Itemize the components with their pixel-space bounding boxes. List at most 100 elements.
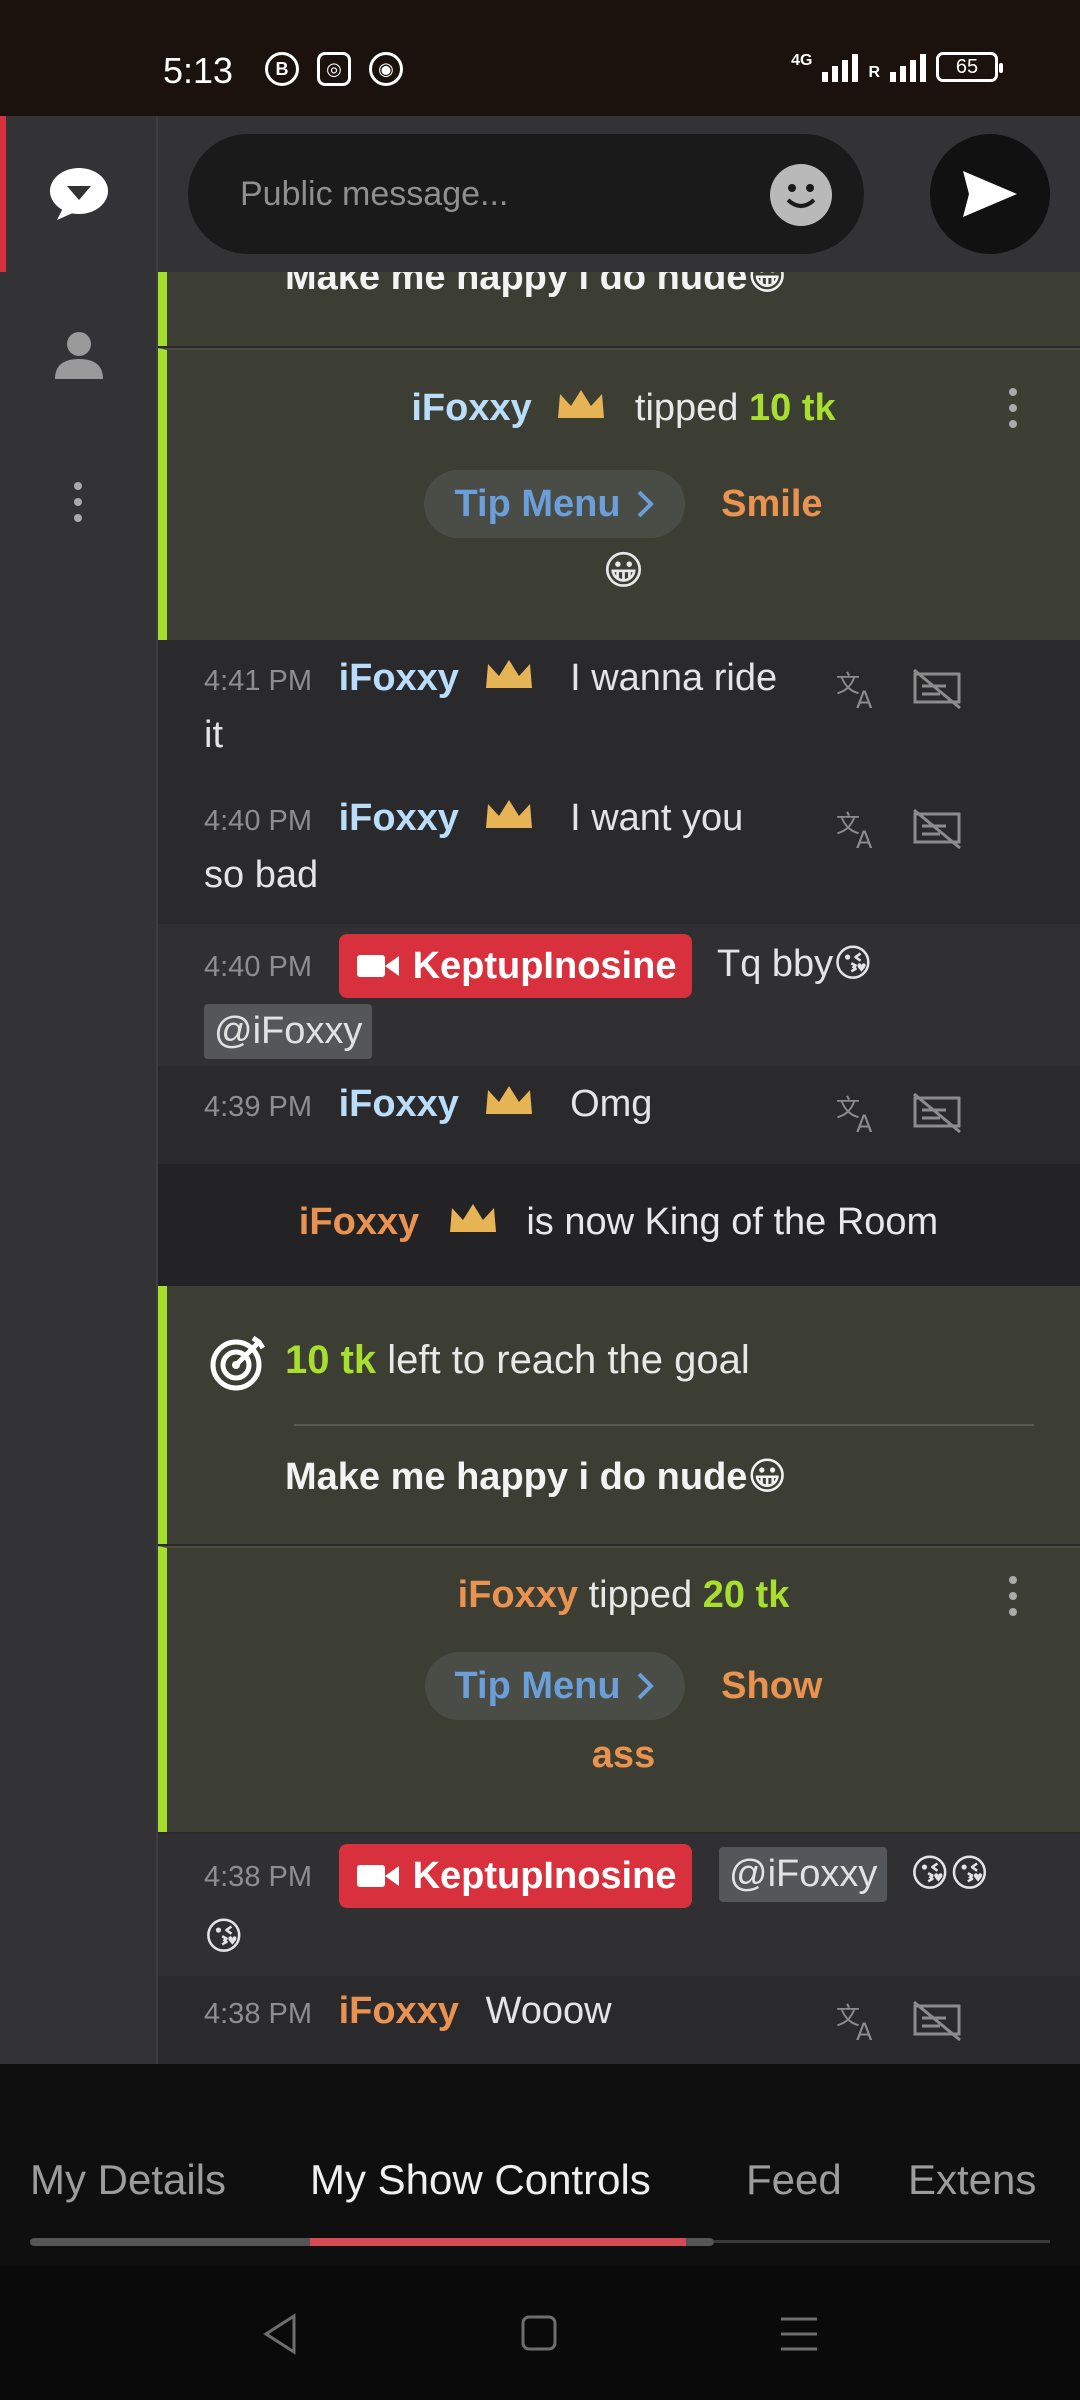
message-placeholder: Public message... bbox=[240, 174, 509, 213]
sender-name[interactable]: iFoxxy bbox=[339, 1083, 459, 1125]
mention-wrap: @iFoxxy bbox=[204, 1004, 373, 1059]
king-text: is now King of the Room bbox=[526, 1201, 939, 1243]
more-vertical-icon[interactable] bbox=[1009, 1576, 1019, 1616]
message-time: 4:40 PM bbox=[204, 805, 312, 837]
system-nav-bar bbox=[0, 2266, 1080, 2400]
message-actions: 文A bbox=[836, 808, 962, 850]
tab-extensions[interactable]: Extens bbox=[908, 2156, 1036, 2204]
message-time: 4:38 PM bbox=[204, 1998, 312, 2030]
sender-name[interactable]: iFoxxy bbox=[339, 1990, 459, 2032]
home-icon[interactable] bbox=[520, 2314, 558, 2352]
signal-icon bbox=[822, 54, 859, 82]
tipper-name[interactable]: iFoxxy bbox=[411, 387, 531, 429]
sidebar-item-users[interactable] bbox=[0, 320, 158, 390]
video-camera-icon bbox=[356, 1865, 399, 1887]
sidebar-more-button[interactable] bbox=[0, 472, 158, 532]
tip-menu-label: Tip Menu bbox=[454, 482, 621, 525]
translate-icon[interactable]: 文A bbox=[836, 2000, 882, 2042]
tip-line: iFoxxy tipped 10 tk bbox=[167, 386, 1080, 430]
tab-divider bbox=[714, 2240, 1050, 2243]
tip-item: Show bbox=[721, 1664, 823, 1707]
hide-message-icon[interactable] bbox=[912, 2000, 962, 2042]
message-line: 4:38 PM KeptupInosine @iFoxxy 😘😘 bbox=[204, 1844, 989, 1908]
crown-icon bbox=[485, 1086, 532, 1114]
tip-emoji: 😀 bbox=[602, 549, 645, 593]
goal-title-partial: Make me happy i do nude😀 bbox=[285, 272, 788, 298]
svg-text:A: A bbox=[856, 1110, 873, 1134]
user-icon bbox=[55, 332, 103, 379]
hide-message-icon[interactable] bbox=[912, 808, 962, 850]
message-text: Omg bbox=[570, 1083, 653, 1125]
hide-message-icon[interactable] bbox=[912, 668, 962, 710]
user-mention[interactable]: @iFoxxy bbox=[204, 1004, 373, 1059]
message-text: I want you bbox=[570, 797, 744, 839]
crown-icon bbox=[485, 660, 532, 688]
hide-message-icon[interactable] bbox=[912, 1092, 962, 1134]
sidebar-item-chat[interactable] bbox=[0, 156, 158, 232]
crown-icon bbox=[558, 390, 605, 418]
tip-menu-line: Tip Menu Smile bbox=[167, 470, 1080, 538]
public-message-input[interactable]: Public message... bbox=[188, 134, 864, 254]
message-actions: 文A bbox=[836, 668, 962, 710]
message-time: 4:40 PM bbox=[204, 951, 312, 984]
king-name[interactable]: iFoxxy bbox=[299, 1201, 419, 1243]
model-badge[interactable]: KeptupInosine bbox=[338, 934, 693, 998]
tip-item-cont: ass bbox=[591, 1734, 656, 1776]
roaming-indicator: R bbox=[868, 64, 880, 81]
tip-action: tipped bbox=[634, 387, 739, 429]
message-actions: 文A bbox=[836, 1092, 962, 1134]
chat-feed[interactable]: Make me happy i do nude😀 iFoxxy tipped 1… bbox=[158, 272, 1080, 2064]
send-button[interactable] bbox=[930, 134, 1050, 254]
active-tab-indicator bbox=[310, 2238, 686, 2246]
model-badge[interactable]: KeptupInosine bbox=[338, 1844, 693, 1908]
model-message: 4:38 PM KeptupInosine @iFoxxy 😘😘 😘 bbox=[158, 1834, 1080, 1976]
recents-icon[interactable] bbox=[778, 2314, 820, 2354]
message-time: 4:41 PM bbox=[204, 665, 312, 697]
tip-menu-label: Tip Menu bbox=[454, 1664, 621, 1707]
chat-message: 4:38 PM iFoxxy Wooow 文A bbox=[158, 1976, 1080, 2064]
model-name: KeptupInosine bbox=[412, 1854, 677, 1897]
tab-my-show-controls[interactable]: My Show Controls bbox=[310, 2156, 651, 2204]
goal-text: left to reach the goal bbox=[387, 1338, 750, 1382]
tip-line: iFoxxy tipped 20 tk bbox=[167, 1574, 1080, 1617]
more-vertical-icon bbox=[74, 482, 84, 522]
bottom-tab-bar: My Details My Show Controls Feed Extens bbox=[0, 2064, 1080, 2266]
tipper-name[interactable]: iFoxxy bbox=[458, 1574, 578, 1616]
back-icon[interactable] bbox=[260, 2312, 300, 2356]
chat-message: 4:40 PM iFoxxy I want you so bad 文A bbox=[158, 782, 1080, 924]
sender-name[interactable]: iFoxxy bbox=[339, 657, 459, 699]
tip-amount: 10 tk bbox=[749, 387, 836, 429]
system-indicators: 4G R 65 bbox=[791, 52, 1003, 82]
user-mention[interactable]: @iFoxxy bbox=[719, 1847, 888, 1903]
message-line: 4:41 PM iFoxxy I wanna ride bbox=[204, 656, 777, 700]
message-emojis: 😘😘 bbox=[909, 1853, 990, 1896]
message-actions: 文A bbox=[836, 2000, 962, 2042]
target-icon bbox=[210, 1335, 266, 1391]
message-emoji-cont: 😘 bbox=[204, 1916, 244, 1958]
tip-menu-button[interactable]: Tip Menu bbox=[424, 470, 685, 538]
chat-message: 4:41 PM iFoxxy I wanna ride it 文A bbox=[158, 642, 1080, 782]
b-app-icon: B bbox=[265, 52, 299, 86]
translate-icon[interactable]: 文A bbox=[836, 808, 882, 850]
model-name: KeptupInosine bbox=[412, 944, 677, 987]
more-vertical-icon[interactable] bbox=[1009, 388, 1019, 428]
tip-menu-button[interactable]: Tip Menu bbox=[424, 1652, 685, 1720]
crown-icon bbox=[449, 1204, 496, 1232]
king-notice: iFoxxy is now King of the Room bbox=[158, 1164, 1080, 1286]
svg-text:A: A bbox=[856, 2018, 873, 2042]
tab-my-details[interactable]: My Details bbox=[30, 2156, 226, 2204]
king-line: iFoxxy is now King of the Room bbox=[162, 1200, 1075, 1244]
chat-message: 4:39 PM iFoxxy Omg 文A bbox=[158, 1066, 1080, 1162]
tab-feed[interactable]: Feed bbox=[746, 2156, 842, 2204]
tip-message: iFoxxy tipped 20 tk Tip Menu Show ass bbox=[158, 1546, 1080, 1832]
translate-icon[interactable]: 文A bbox=[836, 1092, 882, 1134]
translate-icon[interactable]: 文A bbox=[836, 668, 882, 710]
send-icon bbox=[963, 171, 1017, 217]
video-camera-icon bbox=[356, 955, 399, 977]
goal-divider bbox=[294, 1424, 1034, 1426]
emoji-icon[interactable] bbox=[770, 164, 832, 226]
signal-icon-2 bbox=[890, 54, 926, 82]
message-line: 4:40 PM iFoxxy I want you bbox=[204, 796, 743, 840]
message-line: 4:40 PM KeptupInosine Tq bby😘 bbox=[204, 934, 873, 998]
sender-name[interactable]: iFoxxy bbox=[339, 797, 459, 839]
